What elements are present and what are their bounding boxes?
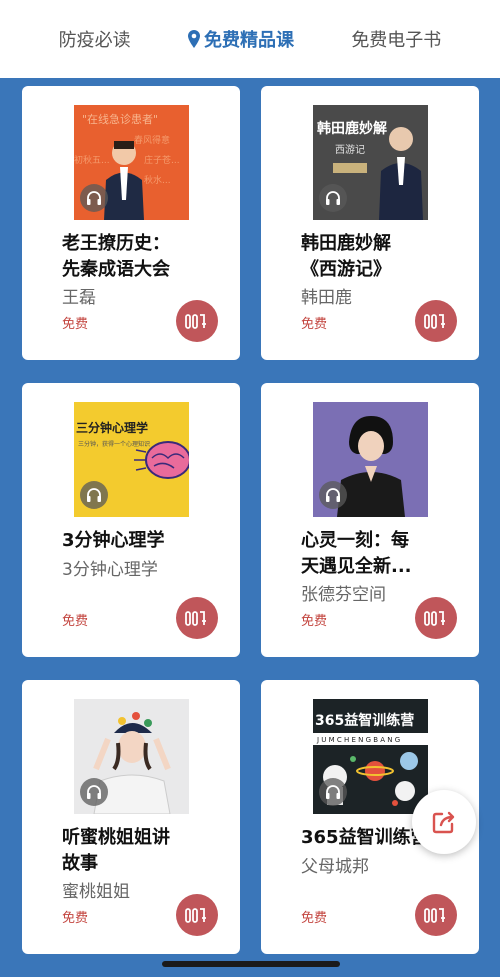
listen-button[interactable] (176, 597, 218, 639)
cover-text: 三分钟心理学 (76, 420, 148, 435)
tab-epidemic-reading[interactable]: 防疫必读 (59, 26, 131, 52)
svg-text:庄子苍...: 庄子苍... (144, 154, 180, 166)
headphone-icon[interactable] (80, 778, 108, 806)
price-label: 免费 (301, 911, 328, 926)
cover-text: 365益智训练营 (315, 712, 414, 729)
headphone-icon[interactable] (319, 778, 347, 806)
audio-bars-icon (424, 908, 445, 923)
course-author: 张德芬空间 (301, 585, 386, 605)
audio-bars-icon (185, 314, 206, 329)
course-title: 听蜜桃姐姐讲 故事 (62, 827, 170, 874)
audio-bars-icon (424, 314, 445, 329)
course-card[interactable]: 心灵一刻：每 天遇见全新... 张德芬空间 免费 (261, 383, 479, 657)
course-title: 心灵一刻：每 天遇见全新... (301, 530, 412, 577)
price-label: 免费 (301, 317, 328, 332)
course-author: 蜜桃姐姐 (62, 882, 130, 902)
course-card[interactable]: 听蜜桃姐姐讲 故事 蜜桃姐姐 免费 (22, 680, 240, 954)
course-cover (313, 402, 428, 517)
course-card[interactable]: 三分钟心理学 三分钟，获得一个心理知识 3分钟心理学 3分钟心理学 免费 (22, 383, 240, 657)
audio-bars-icon (185, 611, 206, 626)
cover-subtext: 三分钟，获得一个心理知识 (78, 440, 150, 448)
svg-text:秋水...: 秋水... (144, 174, 171, 186)
course-cover: 三分钟心理学 三分钟，获得一个心理知识 (74, 402, 189, 517)
course-cover (74, 699, 189, 814)
category-tabs: 防疫必读 免费精品课 免费电子书 (0, 0, 500, 78)
course-cover: 韩田鹿妙解 西游记 (313, 105, 428, 220)
tab-free-courses[interactable]: 免费精品课 (187, 26, 294, 52)
svg-text:春风得意: 春风得意 (134, 134, 170, 146)
listen-button[interactable] (415, 597, 457, 639)
course-title: 韩田鹿妙解 《西游记》 (301, 233, 391, 280)
listen-button[interactable] (415, 300, 457, 342)
course-cover: 365益智训练营 J U M C H E N G B A N G (313, 699, 428, 814)
cover-text: "在线急诊患者" (82, 112, 158, 126)
location-pin-icon (187, 30, 200, 48)
listen-button[interactable] (415, 894, 457, 936)
listen-button[interactable] (176, 300, 218, 342)
price-label: 免费 (62, 614, 89, 629)
cover-subtext: J U M C H E N G B A N G (316, 736, 400, 744)
headphone-icon[interactable] (80, 481, 108, 509)
headphone-icon[interactable] (319, 184, 347, 212)
home-indicator[interactable] (162, 961, 340, 967)
price-label: 免费 (62, 317, 89, 332)
tab-label: 免费电子书 (351, 30, 442, 51)
cover-subtext: 西游记 (335, 143, 365, 156)
course-title: 老王撩历史： 先秦成语大会 (62, 233, 170, 280)
course-author: 韩田鹿 (301, 288, 352, 308)
cover-text: 韩田鹿妙解 (317, 120, 387, 137)
share-button[interactable] (412, 790, 476, 854)
headphone-icon[interactable] (80, 184, 108, 212)
price-label: 免费 (62, 911, 89, 926)
listen-button[interactable] (176, 894, 218, 936)
audio-bars-icon (424, 611, 445, 626)
course-author: 王磊 (62, 288, 96, 308)
svg-text:初秋五...: 初秋五... (74, 154, 110, 166)
course-card[interactable]: 韩田鹿妙解 西游记 韩田鹿妙解 《西游记》 韩田鹿 免费 (261, 86, 479, 360)
tab-label: 免费精品课 (203, 30, 294, 51)
price-label: 免费 (301, 614, 328, 629)
audio-bars-icon (185, 908, 206, 923)
course-card[interactable]: "在线急诊患者" 春风得意 庄子苍... 秋水... 初秋五... 老王撩历史：… (22, 86, 240, 360)
course-cover: "在线急诊患者" 春风得意 庄子苍... 秋水... 初秋五... (74, 105, 189, 220)
tab-label: 防疫必读 (58, 30, 131, 51)
course-author: 3分钟心理学 (62, 560, 158, 580)
headphone-icon[interactable] (319, 481, 347, 509)
course-author: 父母城邦 (301, 857, 369, 877)
tab-free-ebooks[interactable]: 免费电子书 (351, 26, 441, 52)
course-title: 3分钟心理学 (62, 530, 165, 551)
share-icon (432, 811, 455, 834)
